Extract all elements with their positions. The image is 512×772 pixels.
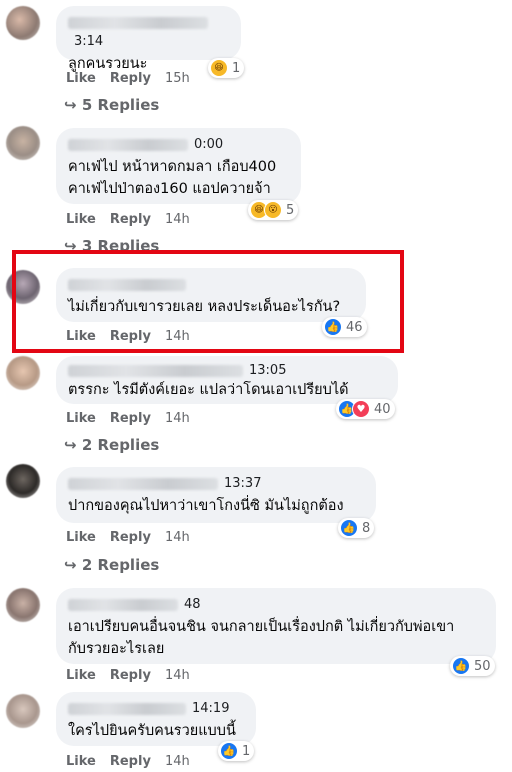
- comment-bubble: 14:19 ใครไปยินครับคนรวยแบบนี้: [56, 692, 256, 746]
- comment-time: 48: [184, 597, 201, 612]
- reply-arrow-icon: ↪: [64, 96, 77, 114]
- comment-bubble: 48 เอาเปรียบคนอื่นจนชิน จนกลายเป็นเรื่อง…: [56, 588, 496, 664]
- love-icon: ♥: [352, 400, 370, 418]
- like-icon: 👍: [340, 519, 358, 537]
- comment-text: ใครไปยินครับคนรวยแบบนี้: [68, 723, 236, 739]
- reaction-badge[interactable]: 👍 ♥ 40: [336, 399, 395, 419]
- reaction-count: 40: [374, 401, 391, 417]
- reply-button[interactable]: Reply: [110, 212, 151, 227]
- reaction-count: 1: [242, 743, 251, 759]
- comment-actions: Like Reply 14h: [66, 212, 204, 227]
- reply-arrow-icon: ↪: [64, 237, 77, 250]
- reaction-badge[interactable]: 👍 1: [218, 741, 255, 761]
- reaction-count: 5: [286, 202, 295, 218]
- reaction-badge[interactable]: 👍 50: [450, 656, 495, 676]
- commenter-name[interactable]: [68, 598, 178, 611]
- avatar[interactable]: [6, 6, 40, 40]
- view-replies[interactable]: ↪ 2 Replies: [64, 436, 159, 454]
- comment-bubble: 0:00 คาเฟ่ไป หน้าหาดกมลา เกือบ400 คาเฟ่ไ…: [56, 128, 301, 204]
- comment-age: 14h: [164, 411, 190, 426]
- like-button[interactable]: Like: [66, 668, 96, 683]
- view-replies[interactable]: ↪ 5 Replies: [64, 96, 159, 114]
- view-replies[interactable]: ↪ 2 Replies: [64, 556, 159, 574]
- like-button[interactable]: Like: [66, 411, 96, 426]
- comment-age: 14h: [164, 754, 190, 769]
- comment-text: ตรรกะ ไรมีตังค์เยอะ แปลว่าโดนเอาเปรียบได…: [68, 382, 349, 398]
- comment-time: 3:14: [74, 34, 104, 49]
- like-icon: 👍: [220, 742, 238, 760]
- commenter-name[interactable]: [68, 477, 218, 490]
- comment-age: 14h: [164, 668, 190, 683]
- reaction-badge[interactable]: 😆 1: [208, 58, 245, 78]
- comment-actions: Like Reply 14h: [66, 668, 204, 683]
- comment-actions: Like Reply 14h: [66, 754, 204, 769]
- reply-arrow-icon: ↪: [64, 436, 77, 454]
- comment-time: 13:05: [249, 363, 287, 378]
- commenter-name[interactable]: [68, 364, 243, 377]
- avatar[interactable]: [6, 356, 40, 390]
- reply-button[interactable]: Reply: [110, 668, 151, 683]
- reaction-badge[interactable]: 😆 😮 5: [248, 200, 299, 220]
- reaction-badge[interactable]: 👍 8: [338, 518, 375, 538]
- wow-icon: 😮: [264, 201, 282, 219]
- comment-actions: Like Reply 14h: [66, 530, 204, 545]
- reply-button[interactable]: Reply: [110, 71, 151, 86]
- comment-time: 0:00: [194, 137, 224, 152]
- like-icon: 👍: [452, 657, 470, 675]
- comment-actions: Like Reply 15h: [66, 71, 204, 86]
- like-button[interactable]: Like: [66, 71, 96, 86]
- commenter-name[interactable]: [68, 702, 186, 715]
- avatar[interactable]: [6, 694, 40, 728]
- haha-icon: 😆: [210, 59, 228, 77]
- comment-age: 15h: [164, 71, 190, 86]
- comment-actions: Like Reply 14h: [66, 411, 204, 426]
- comment-bubble: 3:14 ลูกคนรวยนะ: [56, 6, 241, 72]
- comment-text: คาเฟ่ไป หน้าหาดกมลา เกือบ400 คาเฟ่ไปป่าต…: [68, 159, 277, 197]
- avatar[interactable]: [6, 588, 40, 622]
- avatar[interactable]: [6, 464, 40, 498]
- like-button[interactable]: Like: [66, 754, 96, 769]
- reaction-count: 1: [232, 60, 241, 76]
- reply-button[interactable]: Reply: [110, 530, 151, 545]
- reaction-count: 50: [474, 658, 491, 674]
- like-button[interactable]: Like: [66, 530, 96, 545]
- reply-button[interactable]: Reply: [110, 411, 151, 426]
- reply-arrow-icon: ↪: [64, 556, 77, 574]
- commenter-name[interactable]: [68, 138, 188, 151]
- comment-age: 14h: [164, 212, 190, 227]
- avatar[interactable]: [6, 126, 40, 160]
- commenter-name[interactable]: [68, 16, 208, 29]
- view-replies[interactable]: ↪ 3 Replies: [64, 237, 159, 250]
- comment-bubble: 13:37 ปากของคุณไปหาว่าเขาโกงนี่ซิ มันไม่…: [56, 467, 376, 523]
- comment-time: 14:19: [192, 701, 230, 716]
- comment-age: 14h: [164, 530, 190, 545]
- comment-text: เอาเปรียบคนอื่นจนชิน จนกลายเป็นเรื่องปกต…: [68, 619, 455, 657]
- highlight-box: [12, 250, 404, 353]
- comment-text: ปากของคุณไปหาว่าเขาโกงนี่ซิ มันไม่ถูกต้อ…: [68, 498, 344, 514]
- reply-button[interactable]: Reply: [110, 754, 151, 769]
- like-button[interactable]: Like: [66, 212, 96, 227]
- comment-bubble: 13:05 ตรรกะ ไรมีตังค์เยอะ แปลว่าโดนเอาเป…: [56, 356, 398, 404]
- reaction-count: 8: [362, 520, 371, 536]
- comment-time: 13:37: [224, 476, 262, 491]
